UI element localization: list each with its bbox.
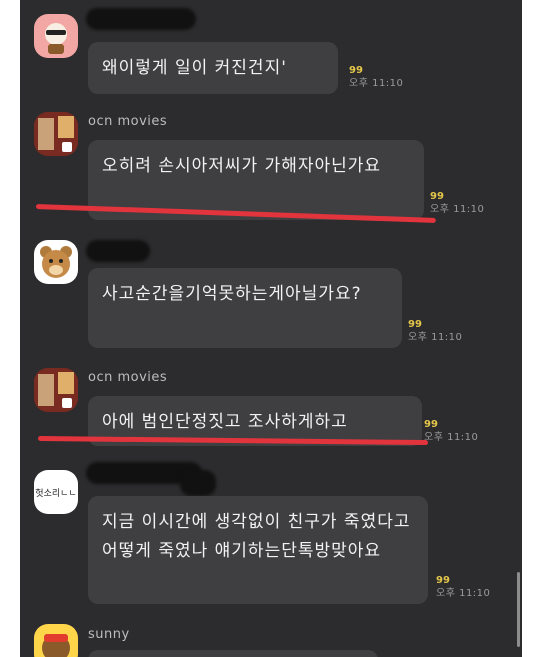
read-count: 99 bbox=[424, 419, 438, 430]
message-text: 지금 이시간에 생각없이 친구가 죽였다고 어떻게 죽였나 얘기하는단톡방맞아요 bbox=[102, 512, 411, 561]
message-meta: 99 오후 11:10 bbox=[436, 574, 490, 600]
sender-name: sunny bbox=[88, 627, 130, 642]
timestamp: 오후 11:10 bbox=[424, 432, 479, 443]
message-text: 아에 범인단정짓고 조사하게하고 bbox=[102, 412, 348, 432]
sunglasses-character-icon[interactable] bbox=[34, 14, 78, 58]
message-bubble[interactable] bbox=[88, 650, 378, 657]
redacted-sender-name bbox=[86, 8, 196, 30]
read-count: 99 bbox=[436, 575, 450, 586]
movie-poster-icon[interactable] bbox=[34, 368, 78, 412]
read-count: 99 bbox=[408, 319, 422, 330]
message-bubble[interactable]: 사고순간을기억못하는게아닐가요? bbox=[88, 268, 402, 348]
movie-poster-icon[interactable] bbox=[34, 112, 78, 156]
read-count: 99 bbox=[349, 65, 363, 76]
message-bubble[interactable]: 왜이렇게 일이 커진건지' bbox=[88, 42, 338, 94]
avatar-text: 헛소리ㄴㄴ bbox=[35, 488, 77, 499]
redacted-sender-name bbox=[86, 240, 150, 262]
bear-icon[interactable] bbox=[34, 240, 78, 284]
message-meta: 99 오후 11:10 bbox=[408, 318, 462, 344]
message-meta: 99 오후 11:10 bbox=[349, 64, 403, 90]
timestamp: 오후 11:10 bbox=[349, 78, 404, 89]
redacted-sender-name bbox=[180, 470, 216, 496]
timestamp: 오후 11:10 bbox=[430, 204, 485, 215]
chat-room: 왜이렇게 일이 커진건지' 99 오후 11:10 ocn movies 오히려… bbox=[20, 0, 522, 657]
message-meta: 99 오후 11:10 bbox=[430, 190, 484, 216]
scrollbar[interactable] bbox=[517, 572, 520, 647]
sunny-character-icon[interactable] bbox=[34, 624, 78, 657]
sender-name: ocn movies bbox=[88, 114, 168, 129]
message-text: 오히려 손시아저씨가 가해자아닌가요 bbox=[102, 156, 382, 176]
sender-name: ocn movies bbox=[88, 370, 168, 385]
message-meta: 99 오후 11:10 bbox=[424, 418, 478, 444]
timestamp: 오후 11:10 bbox=[408, 332, 463, 343]
text-avatar-icon[interactable]: 헛소리ㄴㄴ bbox=[34, 470, 78, 514]
message-bubble[interactable]: 지금 이시간에 생각없이 친구가 죽였다고 어떻게 죽였나 얘기하는단톡방맞아요 bbox=[88, 496, 428, 604]
message-text: 사고순간을기억못하는게아닐가요? bbox=[102, 284, 362, 304]
read-count: 99 bbox=[430, 191, 444, 202]
timestamp: 오후 11:10 bbox=[436, 588, 491, 599]
message-text: 왜이렇게 일이 커진건지' bbox=[102, 58, 287, 78]
